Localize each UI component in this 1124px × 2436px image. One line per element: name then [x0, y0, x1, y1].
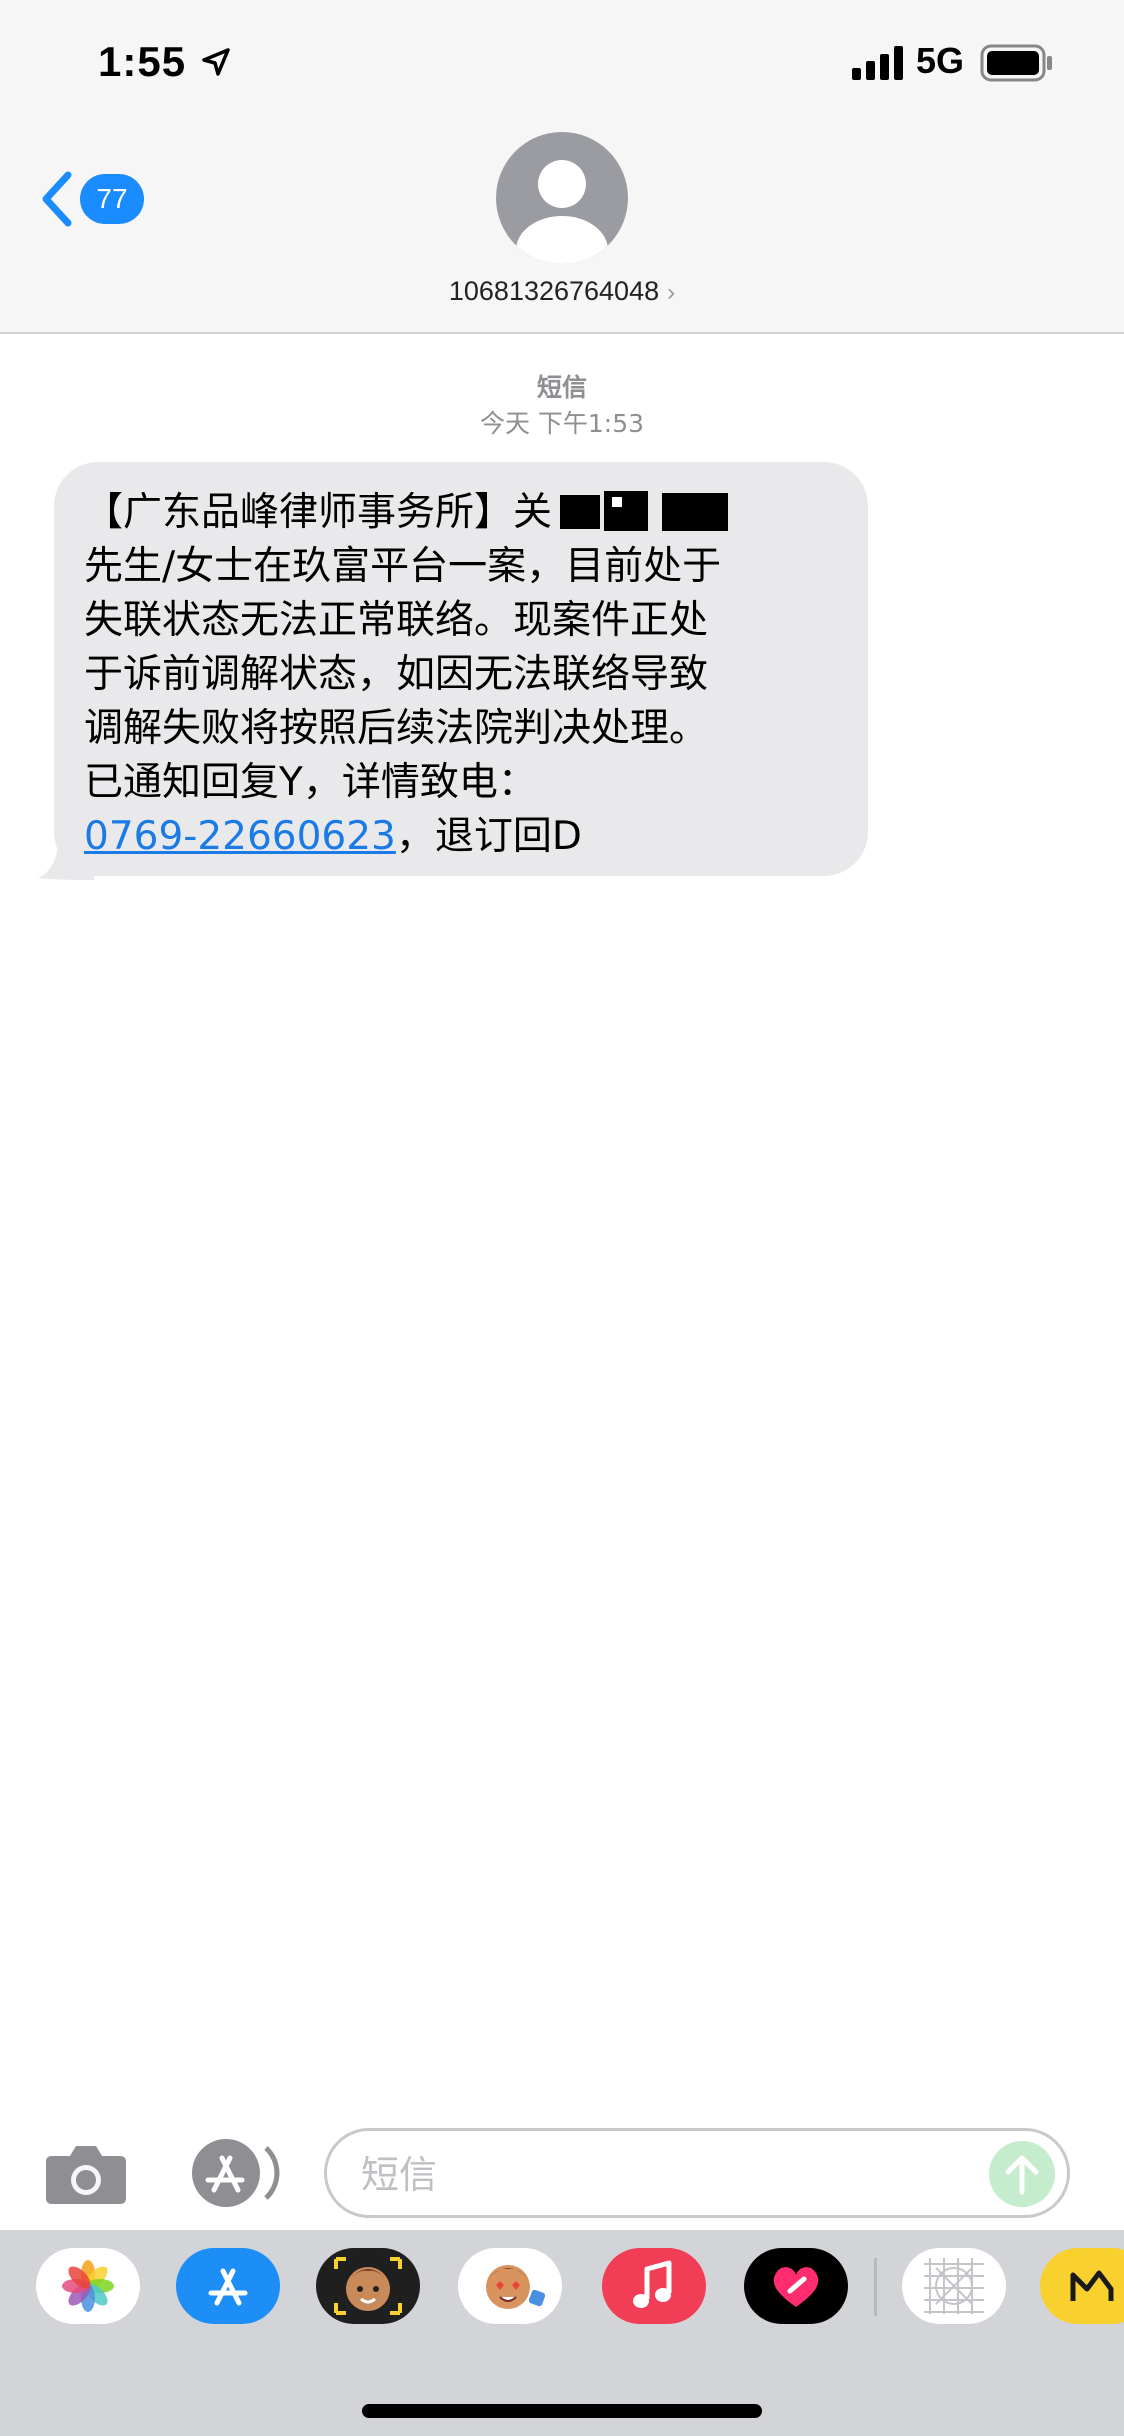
contact-avatar[interactable]	[496, 132, 628, 264]
cellular-signal-icon	[852, 46, 903, 80]
message-timestamp: 今天 下午1:53	[479, 409, 645, 438]
camera-button[interactable]	[44, 2140, 128, 2206]
unread-count-badge: 77	[80, 174, 144, 224]
chevron-right-icon: ›	[667, 279, 676, 306]
message-service-label: 短信	[536, 373, 587, 402]
message-line: 先生/女士在玖富平台一案，目前处于	[84, 544, 722, 589]
location-arrow-icon	[202, 48, 230, 76]
chevron-left-icon	[42, 171, 72, 227]
app-store-icon[interactable]	[176, 2248, 280, 2324]
contact-name-button[interactable]: 10681326764048 ›	[0, 276, 1124, 307]
back-button[interactable]: 77	[40, 166, 160, 232]
message-compose-field[interactable]	[324, 2128, 1070, 2218]
memoji-stickers-icon[interactable]	[458, 2248, 562, 2324]
status-time: 1:55	[98, 38, 187, 85]
message-line: 于诉前调解状态，如因无法联络导致	[84, 652, 709, 697]
grid-app-icon[interactable]	[902, 2248, 1006, 2324]
send-button[interactable]	[989, 2141, 1055, 2207]
app-store-button[interactable]	[184, 2138, 280, 2208]
message-line: 【广东品峰律师事务所】关	[84, 490, 553, 535]
person-silhouette-icon	[516, 160, 608, 264]
yellow-app-icon[interactable]	[1040, 2248, 1124, 2324]
memoji-camera-icon[interactable]	[316, 2248, 420, 2324]
network-type: 5G	[916, 40, 965, 81]
battery-icon	[980, 44, 1052, 82]
message-line: ，退订回D	[395, 814, 582, 859]
digital-touch-icon[interactable]	[744, 2248, 848, 2324]
home-indicator[interactable]	[362, 2404, 762, 2418]
music-icon[interactable]	[602, 2248, 706, 2324]
message-line: 调解失败将按照后续法院判决处理。	[84, 706, 709, 751]
app-drawer	[0, 2230, 1124, 2436]
message-input[interactable]	[361, 2149, 921, 2201]
message-text: 【广东品峰律师事务所】关 先生/女士在玖富平台一案，目前处于 失联状态无法正常联…	[84, 486, 848, 864]
incoming-message-bubble[interactable]: 【广东品峰律师事务所】关 先生/女士在玖富平台一案，目前处于 失联状态无法正常联…	[54, 462, 868, 876]
contact-number: 10681326764048	[448, 276, 660, 306]
conversation-header: 1:55 5G 77 10681326764048 ›	[0, 0, 1124, 334]
message-line: 失联状态无法正常联络。现案件正处	[84, 598, 709, 643]
message-line: 已通知回复Y，详情致电：	[84, 760, 537, 805]
redacted-name	[552, 491, 732, 531]
status-bar: 1:55 5G	[0, 0, 1124, 120]
drawer-divider	[874, 2258, 877, 2316]
photos-icon[interactable]	[36, 2248, 140, 2324]
phone-number-link[interactable]: 0769-22660623	[84, 814, 396, 859]
arrow-up-icon	[1005, 2155, 1039, 2195]
